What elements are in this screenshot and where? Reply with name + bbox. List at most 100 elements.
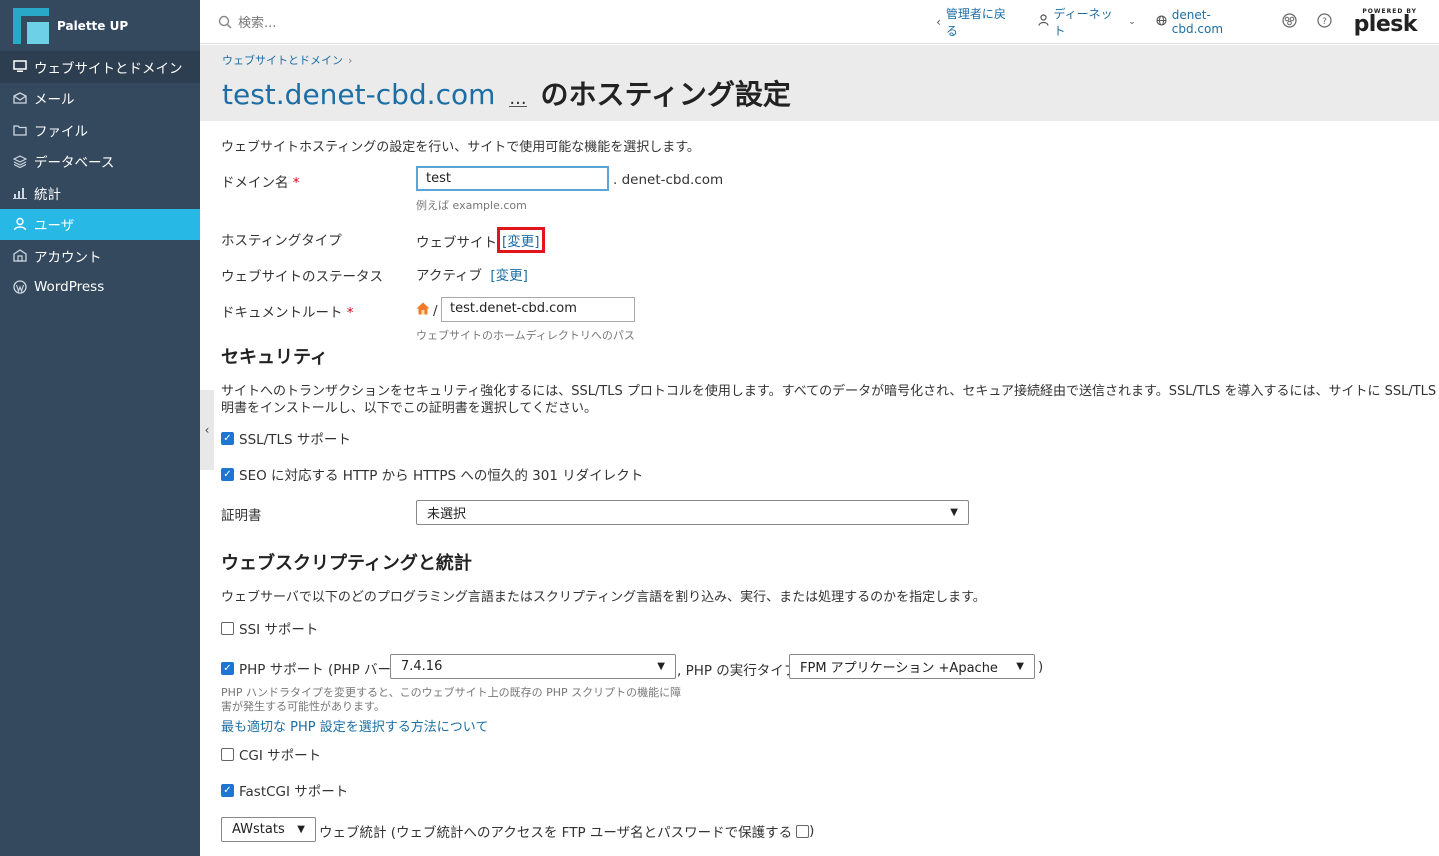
monitor-icon: [12, 59, 28, 75]
breadcrumb-websites-domains[interactable]: ウェブサイトとドメイン: [222, 54, 343, 67]
document-root-hint: ウェブサイトのホームディレクトリへのパス: [416, 329, 635, 342]
certificate-select[interactable]: 未選択 ▼: [416, 500, 969, 525]
sidebar-collapse-button[interactable]: ‹: [200, 390, 214, 470]
user-icon: [12, 216, 28, 232]
cgi-support-option: CGI サポート: [221, 744, 321, 764]
fastcgi-support-option: ✓ FastCGI サポート: [221, 780, 348, 800]
document-root-label-text: ドキュメントルート: [221, 305, 343, 321]
cgi-support-label: CGI サポート: [239, 748, 322, 764]
breadcrumb: ウェブサイトとドメイン ›: [222, 52, 352, 68]
php-version-select[interactable]: 7.4.16 ▼: [390, 654, 676, 679]
php-hint-line2: 害が発生する可能性があります。: [221, 700, 385, 713]
scripting-section-title: ウェブスクリプティングと統計: [221, 553, 472, 574]
page-title-domain: test.denet-cbd.com: [222, 78, 496, 111]
plesk-name: plesk: [1353, 12, 1418, 37]
sidebar-item-label: データベース: [34, 155, 115, 172]
website-status-change-link[interactable]: [変更]: [490, 268, 528, 284]
chevron-left-icon: ‹: [204, 423, 210, 437]
sidebar-item-account[interactable]: アカウント: [0, 240, 200, 272]
php-close-paren: ): [1038, 659, 1044, 675]
search-input[interactable]: 検索...: [218, 12, 916, 31]
sidebar-item-label: 統計: [34, 186, 61, 203]
database-icon: [12, 153, 28, 169]
document-root-slash: /: [433, 302, 438, 319]
sidebar-item-databases[interactable]: データベース: [0, 146, 200, 178]
security-section-title: セキュリティ: [221, 347, 328, 368]
domain-suffix: . denet-cbd.com: [613, 172, 724, 188]
ssl-support-option: ✓ SSL/TLS サポート: [221, 428, 351, 448]
brand[interactable]: Palette UP: [0, 0, 200, 51]
php-support-checkbox[interactable]: ✓: [221, 661, 234, 675]
bar-chart-icon: [12, 185, 28, 201]
sidebar-item-users[interactable]: ユーザ: [0, 208, 200, 240]
search-icon: [218, 15, 232, 29]
required-mark: *: [346, 305, 354, 321]
sidebar-item-label: ユーザ: [34, 218, 75, 235]
sidebar-item-statistics[interactable]: 統計: [0, 177, 200, 209]
plesk-logo: POWERED BY plesk: [1353, 8, 1418, 37]
website-status-label: ウェブサイトのステータス: [221, 269, 383, 285]
sidebar-item-mail[interactable]: メール: [0, 83, 200, 115]
user-menu[interactable]: ディーネット ⌄: [1037, 5, 1136, 39]
domain-name-label: ドメイン名 *: [221, 171, 300, 191]
php-settings-help-link[interactable]: 最も適切な PHP 設定を選択する方法について: [221, 716, 488, 735]
required-mark: *: [292, 175, 300, 191]
scripting-description: ウェブサーバで以下のどのプログラミング言語またはスクリプティング言語を割り込み、…: [221, 590, 986, 605]
domain-link[interactable]: denet-cbd.com: [1156, 8, 1262, 36]
php-exec-type-value: FPM アプリケーション +Apache: [800, 661, 998, 676]
sidebar-item-label: メール: [34, 92, 75, 109]
ssl-support-checkbox[interactable]: ✓: [221, 431, 234, 445]
fastcgi-support-checkbox[interactable]: ✓: [221, 783, 234, 797]
ssi-support-checkbox[interactable]: [221, 621, 234, 635]
chevron-down-icon: ▼: [950, 507, 958, 518]
domain-link-label: denet-cbd.com: [1171, 7, 1224, 36]
brand-name: Palette UP: [57, 18, 129, 33]
web-statistics-protect-checkbox[interactable]: [796, 824, 810, 838]
document-root-prefix: /: [416, 302, 438, 319]
extensions-icon: [1281, 12, 1297, 31]
sidebar-item-label: ウェブサイトとドメイン: [34, 60, 183, 77]
sidebar-item-websites-domains[interactable]: ウェブサイトとドメイン: [0, 51, 200, 83]
chevron-down-icon: ▼: [297, 824, 305, 835]
domain-name-input[interactable]: test: [416, 166, 609, 191]
php-exec-type-select[interactable]: FPM アプリケーション +Apache ▼: [789, 654, 1035, 679]
fastcgi-support-label: FastCGI サポート: [239, 784, 349, 800]
ssi-support-label: SSI サポート: [239, 622, 319, 638]
sidebar-item-files[interactable]: ファイル: [0, 114, 200, 146]
php-exec-type-label: , PHP の実行タイプ: [677, 663, 798, 679]
document-root-input[interactable]: test.denet-cbd.com: [441, 297, 635, 322]
user-icon: [1037, 14, 1049, 29]
wordpress-icon: [12, 279, 28, 295]
seo-redirect-label: SEO に対応する HTTP から HTTPS への恒久的 301 リダイレクト: [239, 468, 644, 484]
hosting-type-label: ホスティングタイプ: [221, 233, 342, 249]
seo-redirect-checkbox[interactable]: ✓: [221, 467, 234, 481]
document-root-label: ドキュメントルート *: [221, 301, 354, 321]
page-title: test.denet-cbd.com ... のホスティング設定: [222, 73, 791, 113]
php-version-value: 7.4.16: [401, 659, 443, 674]
hosting-type-change-link[interactable]: [変更]: [497, 227, 545, 253]
help-button[interactable]: ?: [1316, 12, 1332, 31]
title-more-button[interactable]: ...: [509, 90, 527, 108]
extensions-button[interactable]: [1281, 12, 1297, 31]
user-menu-label: ディーネット: [1053, 6, 1113, 38]
mail-icon: [12, 90, 28, 106]
ssl-support-label: SSL/TLS サポート: [239, 432, 351, 448]
back-to-admin-link[interactable]: ‹ 管理者に戻る: [936, 5, 1017, 39]
help-icon: ?: [1316, 12, 1332, 31]
chevron-left-icon: ‹: [936, 14, 941, 29]
web-statistics-select[interactable]: AWstats ▼: [221, 817, 316, 842]
security-description-line2: 明書をインストールし、以下でこの証明書を選択してください。: [221, 401, 597, 416]
chevron-down-icon: ▼: [1016, 661, 1024, 672]
web-statistics-option: ウェブ統計 (ウェブ統計へのアクセスを FTP ユーザ名とパスワードで保護する …: [319, 821, 814, 841]
chevron-down-icon: ▼: [657, 661, 665, 672]
web-statistics-value: AWstats: [232, 822, 285, 837]
web-statistics-label: ウェブ統計 (ウェブ統計へのアクセスを FTP ユーザ名とパスワードで保護する: [319, 825, 793, 841]
folder-icon: [12, 122, 28, 138]
cgi-support-checkbox[interactable]: [221, 747, 234, 761]
sidebar-item-wordpress[interactable]: WordPress: [0, 272, 200, 304]
page-header: ウェブサイトとドメイン › test.denet-cbd.com ... のホステ…: [200, 45, 1439, 121]
topbar: 検索... ‹ 管理者に戻る ディーネット ⌄ denet-cbd.com ? …: [200, 0, 1439, 44]
hosting-type-value-row: ウェブサイト [変更]: [416, 227, 545, 254]
brand-logo-icon: [13, 7, 49, 44]
certificate-select-value: 未選択: [427, 507, 467, 522]
